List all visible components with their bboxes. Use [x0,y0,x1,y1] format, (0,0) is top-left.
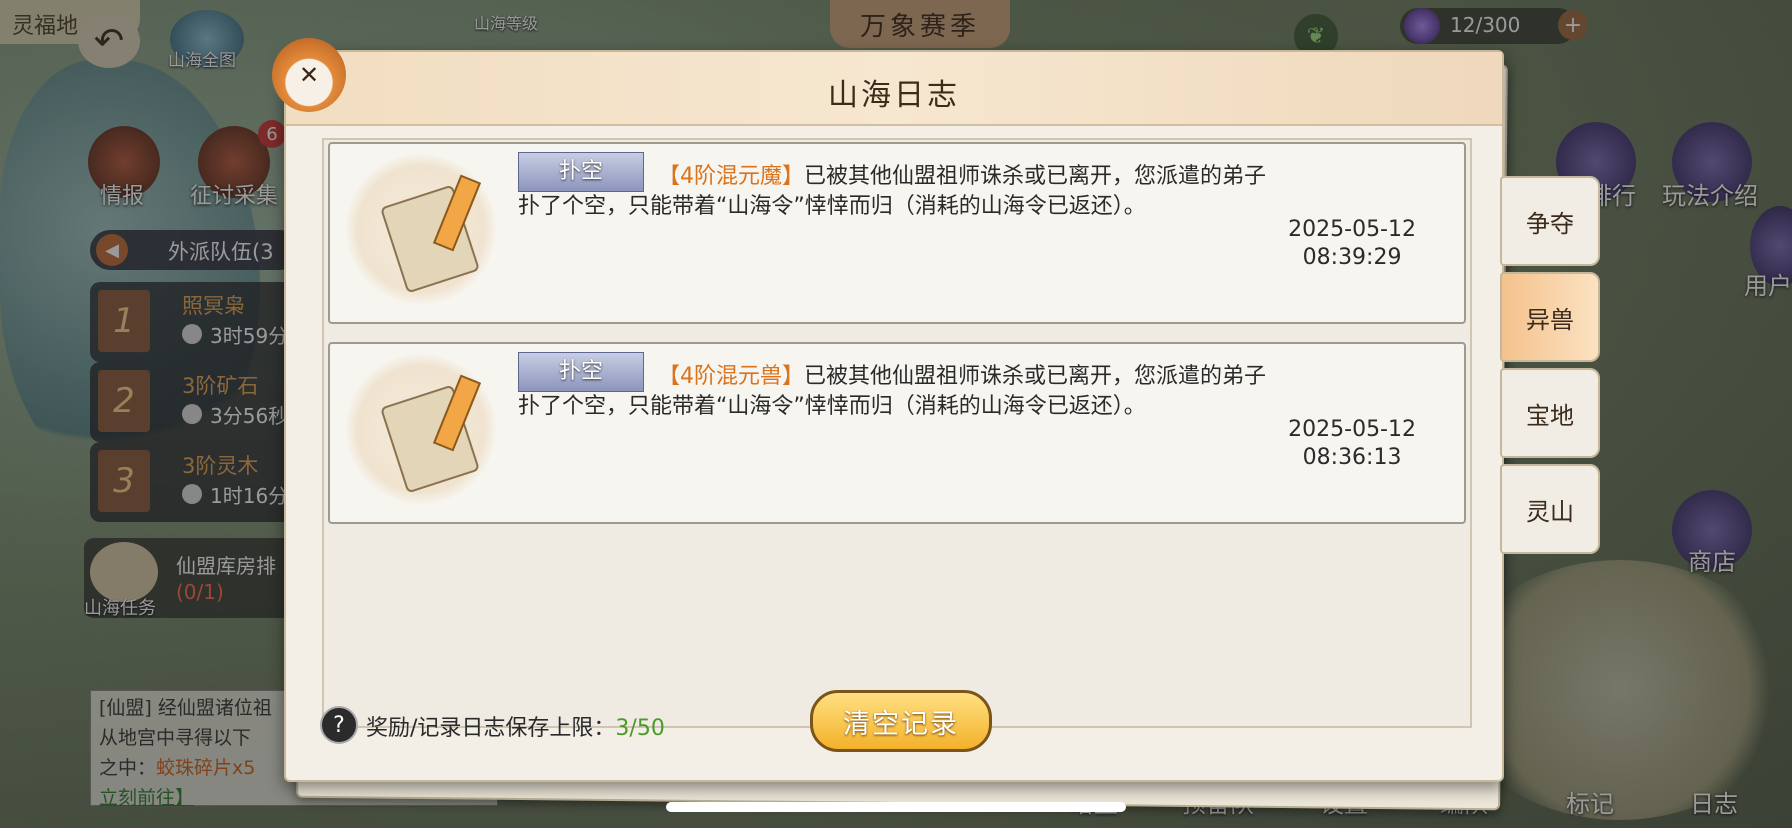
entry-date: 2025-05-12 [1288,417,1416,442]
entry-target: 【4阶混元兽】 [658,364,804,389]
tab-spirit-mountain[interactable]: 灵山 [1500,464,1600,554]
log-entry: 扑空 【4阶混元魔】已被其他仙盟祖师诛杀或已离开，您派遣的弟子 扑了个空，只能带… [328,142,1466,324]
dialog-header: 山海日志 [286,52,1502,126]
help-icon[interactable]: ? [320,706,358,744]
log-list[interactable]: 扑空 【4阶混元魔】已被其他仙盟祖师诛杀或已离开，您派遣的弟子 扑了个空，只能带… [322,138,1472,728]
result-tag: 扑空 [518,352,644,392]
clear-records-button[interactable]: 清空记录 [810,690,992,752]
entry-text: 已被其他仙盟祖师诛杀或已离开，您派遣的弟子 [804,164,1267,189]
scroll-icon [346,154,496,304]
entry-line2: 扑了个空，只能带着“山海令”悻悻而归（消耗的山海令已返还）。 [518,394,1146,419]
entry-timestamp: 2025-05-12 08:36:13 [1288,416,1416,472]
home-indicator[interactable] [666,802,1126,812]
entry-line1: 【4阶混元兽】已被其他仙盟祖师诛杀或已离开，您派遣的弟子 [658,358,1266,390]
close-cat-icon[interactable]: ✕ [272,38,346,112]
entry-line1: 【4阶混元魔】已被其他仙盟祖师诛杀或已离开，您派遣的弟子 [658,158,1266,190]
log-limit-label: 奖励/记录日志保存上限： [366,716,616,741]
entry-text: 已被其他仙盟祖师诛杀或已离开，您派遣的弟子 [804,364,1267,389]
entry-timestamp: 2025-05-12 08:39:29 [1288,216,1416,272]
dialog-title: 山海日志 [828,78,960,113]
tab-contest[interactable]: 争夺 [1500,176,1600,266]
entry-line2: 扑了个空，只能带着“山海令”悻悻而归（消耗的山海令已返还）。 [518,194,1146,219]
entry-date: 2025-05-12 [1288,217,1416,242]
log-limit: 奖励/记录日志保存上限：3/50 [366,710,665,742]
log-dialog: 山海日志 ✕ 扑空 【4阶混元魔】已被其他仙盟祖师诛杀或已离开，您派遣的弟子 扑… [272,38,1504,782]
entry-time: 08:36:13 [1302,445,1402,470]
entry-time: 08:39:29 [1302,245,1402,270]
log-entry: 扑空 【4阶混元兽】已被其他仙盟祖师诛杀或已离开，您派遣的弟子 扑了个空，只能带… [328,342,1466,524]
tab-treasure[interactable]: 宝地 [1500,368,1600,458]
log-limit-value: 3/50 [615,716,665,741]
result-tag: 扑空 [518,152,644,192]
entry-target: 【4阶混元魔】 [658,164,804,189]
tab-beast[interactable]: 异兽 [1500,272,1600,362]
scroll-icon [346,354,496,504]
